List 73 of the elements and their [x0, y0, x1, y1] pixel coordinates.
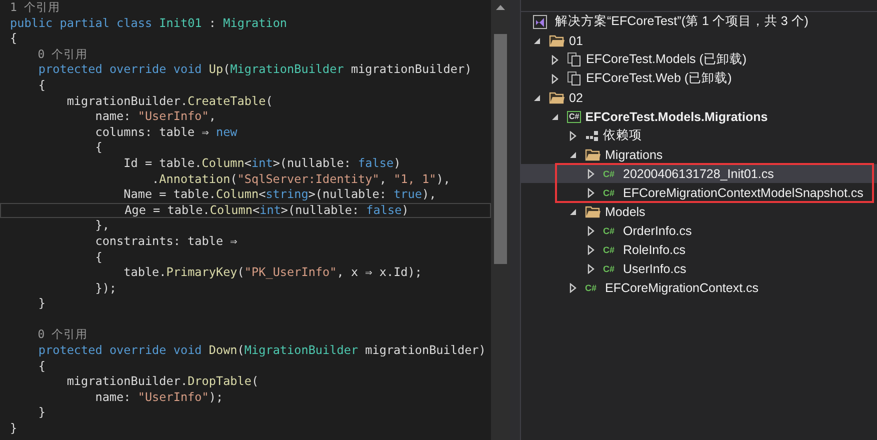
expanded-arrow-icon[interactable]: [569, 208, 577, 216]
tree-item[interactable]: 01: [521, 31, 877, 50]
csharp-file-icon: C#: [603, 168, 619, 178]
code-line: }: [37, 296, 47, 312]
tree-item[interactable]: C# EFCoreTest.Models.Migrations: [521, 107, 877, 126]
csharp-file-icon: C#: [603, 188, 619, 198]
code-line: {: [94, 140, 104, 156]
collapsed-arrow-icon[interactable]: [569, 282, 577, 292]
tree-item[interactable]: Models: [521, 202, 877, 221]
solution-icon: [533, 14, 547, 28]
reference-count-link[interactable]: 1 个引用: [10, 0, 60, 14]
code-line: name: "UserInfo");: [94, 390, 224, 406]
tree-item[interactable]: C# EFCoreMigrationContext.cs: [521, 278, 877, 297]
code-line: Id = table.Column<int>(nullable: false): [122, 156, 402, 172]
tree-item[interactable]: C# 20200406131728_Init01.cs: [521, 164, 877, 183]
collapsed-arrow-icon[interactable]: [587, 226, 595, 236]
solution-label[interactable]: 解决方案“EFCoreTest”(第 1 个项目，共 3 个): [555, 13, 808, 30]
reference-count-link[interactable]: 0 个引用: [10, 327, 88, 342]
expanded-arrow-icon[interactable]: [551, 112, 559, 120]
tree-item[interactable]: 依赖项: [521, 126, 877, 145]
code-line: constraints: table ⇒: [94, 234, 238, 250]
collapsed-arrow-icon[interactable]: [587, 168, 595, 178]
expanded-arrow-icon[interactable]: [569, 150, 577, 158]
document-stack-icon: [567, 71, 582, 86]
tree-item[interactable]: EFCoreTest.Web (已卸载): [521, 69, 877, 88]
code-line: Name = table.Column<string>(nullable: true),: [122, 187, 438, 203]
collapsed-arrow-icon[interactable]: [551, 54, 559, 64]
folder-icon: [549, 34, 565, 47]
tree-item[interactable]: C# EFCoreMigrationContextModelSnapshot.cs: [521, 183, 877, 202]
tree-item[interactable]: C# UserInfo.cs: [521, 259, 877, 278]
code-line: },: [94, 218, 110, 234]
code-line: columns: table ⇒ new: [94, 124, 238, 140]
scroll-up-icon[interactable]: [496, 5, 505, 10]
csharp-file-icon: C#: [603, 244, 619, 254]
code-line: }: [37, 405, 47, 422]
folder-icon: [585, 148, 601, 161]
code-line: table.PrimaryKey("PK_UserInfo", x ⇒ x.Id);: [122, 265, 423, 281]
code-line: }: [9, 421, 18, 437]
code-line: protected override void Down(MigrationBuilder migrationBuilder): [37, 343, 487, 359]
reference-count-link[interactable]: 0 个引用: [10, 46, 88, 61]
collapsed-arrow-icon[interactable]: [569, 130, 577, 140]
tree-item[interactable]: C# OrderInfo.cs: [521, 221, 877, 240]
collapsed-arrow-icon[interactable]: [551, 74, 559, 84]
scroll-thumb[interactable]: [494, 34, 507, 264]
code-line: {: [37, 78, 47, 94]
tree-item[interactable]: EFCoreTest.Models (已卸载): [521, 50, 877, 69]
csharp-file-icon: C#: [585, 282, 601, 292]
code-line: migrationBuilder.DropTable(: [66, 374, 260, 390]
code-line: migrationBuilder.CreateTable(: [66, 94, 274, 110]
code-line: });: [94, 280, 118, 296]
collapsed-arrow-icon[interactable]: [587, 264, 595, 274]
folder-icon: [585, 205, 601, 218]
collapsed-arrow-icon[interactable]: [587, 188, 595, 198]
csharp-file-icon: C#: [603, 226, 619, 236]
dependencies-icon: [585, 130, 599, 142]
code-line: {: [37, 358, 47, 374]
code-line: .Annotation("SqlServer:Identity", "1, 1"),: [151, 172, 452, 188]
scrollbar[interactable]: [491, 0, 510, 440]
expanded-arrow-icon[interactable]: [533, 94, 541, 102]
document-stack-icon: [567, 52, 582, 67]
collapsed-arrow-icon[interactable]: [587, 244, 595, 254]
tree-item[interactable]: Migrations: [521, 145, 877, 164]
expanded-arrow-icon[interactable]: [533, 36, 541, 44]
tree-item[interactable]: C# RoleInfo.cs: [521, 240, 877, 259]
code-line: name: "UserInfo",: [94, 109, 217, 125]
tree-item[interactable]: 02: [521, 88, 877, 107]
code-line: public partial class Init01 : Migration: [9, 16, 288, 32]
csharp-project-icon: C#: [567, 110, 582, 122]
code-line: protected override void Up(MigrationBuilder migrationBuilder): [37, 62, 473, 78]
csharp-file-icon: C#: [603, 264, 619, 274]
code-line: {: [9, 31, 18, 47]
code-line: {: [94, 250, 104, 266]
folder-icon: [549, 91, 565, 104]
